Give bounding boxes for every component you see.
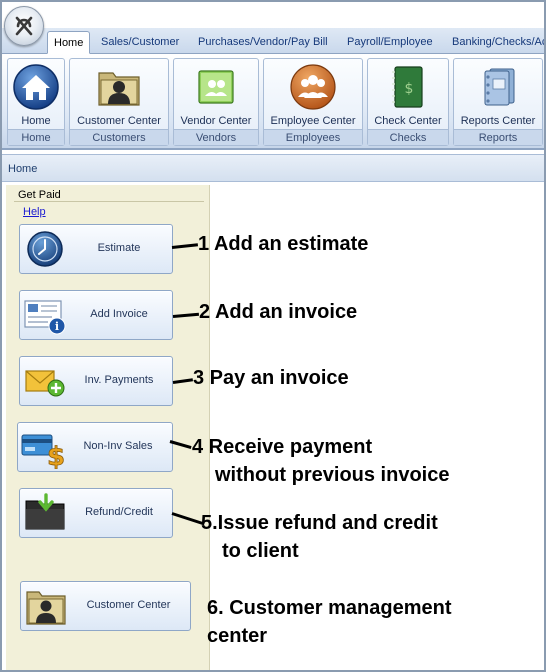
annotation-customer-management: 6. Customer management: [207, 597, 452, 619]
ribbon-panel: Home Home Customer Center Customers Vend…: [2, 54, 544, 150]
panel-divider: [14, 201, 204, 202]
folder-arrow-icon: [25, 493, 65, 530]
group-label-customers: Customers: [70, 129, 168, 145]
ribbon-group-employees: Employee Center Employees: [263, 58, 363, 146]
estimate-button-label: Estimate: [97, 242, 141, 254]
non-inv-sales-button-label: Non-Inv Sales: [83, 440, 153, 452]
svg-text:$: $: [405, 81, 414, 97]
ribbon-group-vendors: Vendor Center Vendors: [173, 58, 259, 146]
customer-folder-icon: [26, 591, 66, 625]
check-center-button[interactable]: $ Check Center: [368, 59, 448, 129]
inv-payments-button-label: Inv. Payments: [84, 374, 154, 386]
customer-center-button[interactable]: Customer Center: [70, 59, 168, 129]
tab-banking[interactable]: Banking/Checks/Ac: [446, 31, 544, 54]
app-logo-icon: [15, 16, 33, 36]
customer-folder-icon: [98, 72, 140, 106]
reports-center-button[interactable]: Reports Center: [454, 59, 542, 129]
group-label-vendors: Vendors: [174, 129, 258, 145]
vendor-center-button-label: Vendor Center: [180, 115, 252, 127]
annotation-invoice: 2 Add an invoice: [199, 301, 358, 323]
annotation-refund-credit: 5.Issue refund and credit: [201, 512, 438, 534]
annotation-customer-management-line2: center: [207, 625, 268, 647]
home-icon: [13, 64, 59, 110]
tab-home[interactable]: Home: [47, 31, 91, 54]
breadcrumb: Home: [2, 154, 544, 182]
help-link[interactable]: Help: [23, 206, 46, 218]
svg-text:i: i: [55, 320, 59, 333]
refund-credit-button[interactable]: Refund/Credit: [19, 488, 173, 538]
annotation-receive-payment: 4 Receive payment: [192, 436, 373, 458]
panel-title: Get Paid: [18, 189, 61, 201]
group-label-employees: Employees: [264, 129, 362, 145]
window-frame: Home Sales/Customer Purchases/Vendor/Pay…: [0, 0, 546, 672]
invoice-info-icon: i: [24, 300, 66, 335]
annotation-receive-payment-line2: without previous invoice: [215, 464, 450, 486]
add-invoice-button-label: Add Invoice: [90, 308, 148, 320]
card-dollar-icon: $: [21, 434, 65, 469]
employee-center-button-label: Employee Center: [270, 115, 356, 127]
customer-center-button-label: Customer Center: [77, 115, 161, 127]
svg-text:$: $: [47, 442, 65, 469]
checkbook-icon: $: [392, 66, 423, 108]
get-paid-panel: Get Paid Help Estimate i Add Invoice Inv…: [6, 185, 210, 670]
annotation-refund-credit-line2: to client: [222, 540, 299, 562]
employee-center-button[interactable]: Employee Center: [264, 59, 362, 129]
envelope-add-icon: [25, 370, 65, 397]
annotation-estimate: 1 Add an estimate: [198, 233, 369, 255]
application-menu-button[interactable]: [4, 6, 44, 46]
tab-purchases-vendor[interactable]: Purchases/Vendor/Pay Bill: [192, 31, 334, 54]
vendor-book-icon: [198, 70, 234, 104]
check-center-button-label: Check Center: [374, 115, 442, 127]
group-label-reports: Reports: [454, 129, 542, 145]
customer-center-panel-button[interactable]: Customer Center: [20, 581, 191, 631]
ribbon-group-reports: Reports Center Reports: [453, 58, 543, 146]
ribbon-group-customers: Customer Center Customers: [69, 58, 169, 146]
tab-payroll-employee[interactable]: Payroll/Employee: [341, 31, 439, 54]
ribbon-group-home: Home Home: [7, 58, 65, 146]
ribbon-tab-strip: Home Sales/Customer Purchases/Vendor/Pay…: [2, 28, 544, 54]
clock-icon: [27, 231, 63, 267]
reports-binder-icon: [484, 68, 515, 106]
home-button-label: Home: [21, 115, 51, 127]
ribbon-group-checks: $ Check Center Checks: [367, 58, 449, 146]
refund-credit-button-label: Refund/Credit: [85, 506, 153, 518]
vendor-center-button[interactable]: Vendor Center: [174, 59, 258, 129]
group-label-home: Home: [8, 129, 64, 145]
customer-center-panel-button-label: Customer Center: [86, 599, 171, 611]
annotation-pay-invoice: 3 Pay an invoice: [193, 367, 349, 389]
estimate-button[interactable]: Estimate: [19, 224, 173, 274]
add-invoice-button[interactable]: i Add Invoice: [19, 290, 173, 340]
home-button[interactable]: Home: [8, 59, 64, 129]
breadcrumb-home[interactable]: Home: [8, 163, 37, 175]
reports-center-button-label: Reports Center: [460, 115, 536, 127]
group-label-checks: Checks: [368, 129, 448, 145]
tab-sales-customer[interactable]: Sales/Customer: [95, 31, 185, 54]
employees-icon: [290, 64, 336, 110]
non-inv-sales-button[interactable]: $ Non-Inv Sales: [17, 422, 173, 472]
inv-payments-button[interactable]: Inv. Payments: [19, 356, 173, 406]
